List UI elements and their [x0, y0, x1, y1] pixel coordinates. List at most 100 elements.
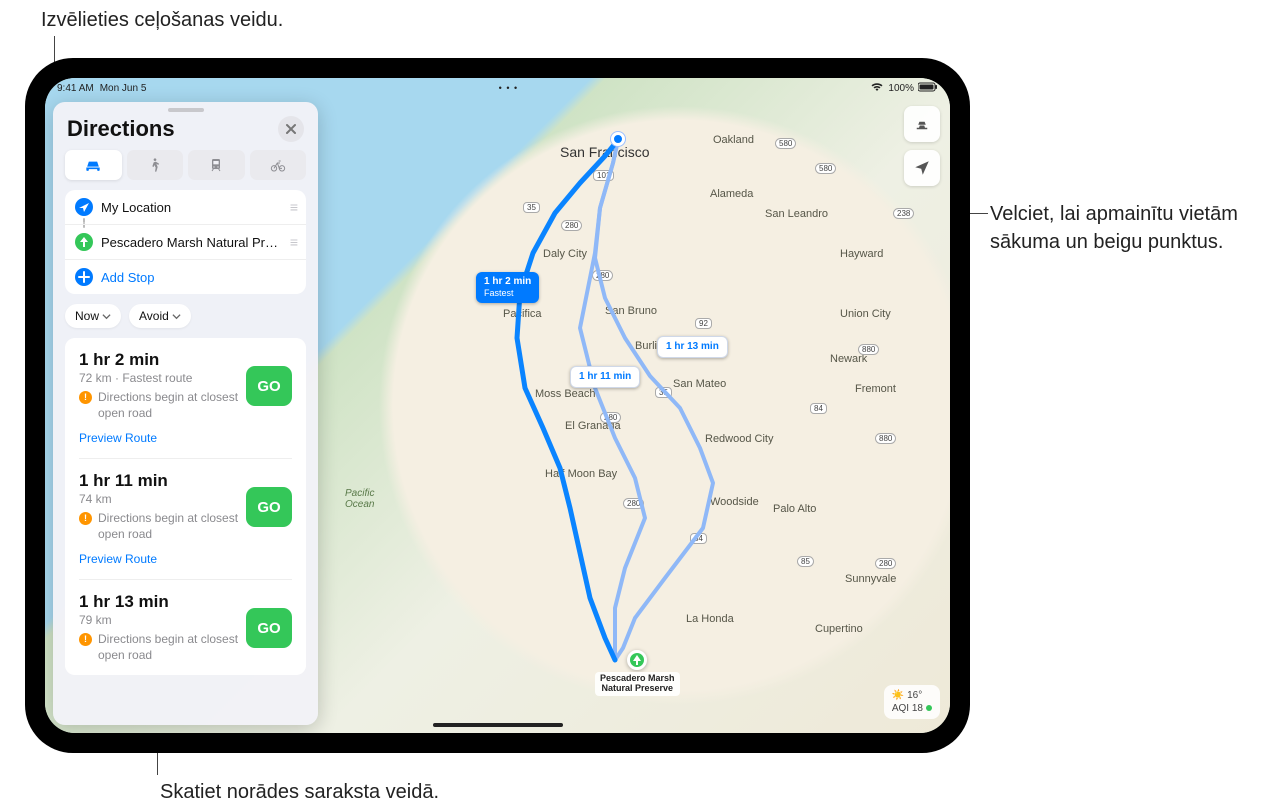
- plus-circle-icon: [75, 268, 93, 286]
- start-pin[interactable]: [611, 132, 625, 146]
- preview-route-link[interactable]: Preview Route: [79, 431, 157, 445]
- transport-tabs: [53, 150, 318, 190]
- transit-icon: [206, 157, 226, 173]
- tab-walk[interactable]: [127, 150, 184, 180]
- callout-right: Velciet, lai apmainītu vietām sākuma un …: [990, 200, 1260, 256]
- battery-icon: [918, 82, 938, 95]
- waypoint-end[interactable]: Pescadero Marsh Natural Pres… ≡: [65, 224, 306, 259]
- close-button[interactable]: [278, 116, 304, 142]
- warning-icon: !: [79, 633, 92, 646]
- reorder-handle-icon[interactable]: ≡: [290, 199, 296, 215]
- ipad-frame: 9:41 AM Mon Jun 5 • • • 100% San Francis…: [25, 58, 970, 753]
- go-button[interactable]: GO: [246, 487, 292, 527]
- chevron-down-icon: [172, 312, 181, 321]
- road-shield: 280: [875, 558, 896, 569]
- tab-transit[interactable]: [188, 150, 245, 180]
- map-city-oakland: Oakland: [713, 134, 754, 146]
- bike-icon: [268, 157, 288, 173]
- multitask-dots[interactable]: • • •: [499, 83, 518, 93]
- go-button[interactable]: GO: [246, 366, 292, 406]
- map-city-halfmoon: Half Moon Bay: [545, 468, 617, 480]
- weather-widget[interactable]: ☀️ 16° AQI 18: [884, 685, 940, 719]
- map-city-sunnyvale: Sunnyvale: [845, 573, 896, 585]
- go-button[interactable]: GO: [246, 608, 292, 648]
- preview-route-link[interactable]: Preview Route: [79, 552, 157, 566]
- map-city-pacifica: Pacifica: [503, 308, 542, 320]
- chip-label: Avoid: [139, 309, 169, 323]
- route-warning-text: Directions begin at closest open road: [98, 511, 239, 542]
- route-pill-main[interactable]: 1 hr 2 min Fastest: [476, 272, 539, 303]
- reorder-handle-icon[interactable]: ≡: [290, 234, 296, 250]
- status-date: Mon Jun 5: [100, 83, 147, 94]
- map-label-ocean: Pacific Ocean: [345, 488, 374, 510]
- road-shield: 35: [523, 202, 540, 213]
- road-shield: 84: [690, 533, 707, 544]
- callout-bottom: Skatiet norādes saraksta veidā.: [160, 778, 439, 806]
- ipad-screen: 9:41 AM Mon Jun 5 • • • 100% San Francis…: [45, 78, 950, 733]
- map-city-lahonda: La Honda: [686, 613, 734, 625]
- map-city-sanmateo: San Mateo: [673, 378, 726, 390]
- road-shield: 92: [695, 318, 712, 329]
- road-shield: 280: [600, 412, 621, 423]
- route-card[interactable]: 1 hr 13 min 79 km ! Directions begin at …: [65, 580, 306, 673]
- route-warning-text: Directions begin at closest open road: [98, 632, 239, 663]
- destination-pin[interactable]: Pescadero Marsh Natural Preserve: [595, 650, 680, 696]
- map-city-hayward: Hayward: [840, 248, 883, 260]
- panel-title: Directions: [67, 116, 175, 142]
- route-card[interactable]: 1 hr 11 min 74 km ! Directions begin at …: [65, 459, 306, 578]
- map-city-mossbeach: Moss Beach: [535, 388, 596, 400]
- home-indicator[interactable]: [433, 723, 563, 727]
- route-warning: ! Directions begin at closest open road: [79, 632, 239, 663]
- route-warning: ! Directions begin at closest open road: [79, 390, 239, 421]
- map-city-paloalto: Palo Alto: [773, 503, 816, 515]
- road-shield: 580: [815, 163, 836, 174]
- directions-panel: Directions: [53, 102, 318, 725]
- map-city-sanbruno: San Bruno: [605, 305, 657, 317]
- waypoint-start-label: My Location: [101, 200, 282, 215]
- routes-list[interactable]: 1 hr 2 min 72 km · Fastest route ! Direc…: [53, 338, 318, 725]
- road-shield: 280: [592, 270, 613, 281]
- battery-label: 100%: [888, 83, 914, 94]
- avoid-chip[interactable]: Avoid: [129, 304, 191, 328]
- sun-icon: ☀️: [892, 690, 904, 701]
- road-shield: 238: [893, 208, 914, 219]
- waypoint-start[interactable]: My Location ≡: [65, 190, 306, 224]
- route-pill-alt1[interactable]: 1 hr 11 min: [570, 366, 640, 388]
- route-pill-alt2[interactable]: 1 hr 13 min: [657, 336, 728, 358]
- road-shield: 101: [593, 170, 614, 181]
- map-mode-button[interactable]: [904, 106, 940, 142]
- tab-drive[interactable]: [65, 150, 122, 180]
- tab-cycle[interactable]: [250, 150, 307, 180]
- map-city-redwood: Redwood City: [705, 433, 773, 445]
- route-card[interactable]: 1 hr 2 min 72 km · Fastest route ! Direc…: [65, 338, 306, 457]
- destination-dot-icon: [75, 233, 93, 251]
- waypoint-end-label: Pescadero Marsh Natural Pres…: [101, 235, 282, 250]
- road-shield: 85: [797, 556, 814, 567]
- route-warning: ! Directions begin at closest open road: [79, 511, 239, 542]
- warning-icon: !: [79, 512, 92, 525]
- road-shield: 580: [775, 138, 796, 149]
- walk-icon: [145, 157, 165, 173]
- chip-label: Now: [75, 309, 99, 323]
- status-time: 9:41 AM: [57, 83, 94, 94]
- add-stop-button[interactable]: Add Stop: [65, 259, 306, 294]
- waypoints-list: My Location ≡ Pescadero Marsh Natural Pr…: [65, 190, 306, 294]
- map-city-unioncity: Union City: [840, 308, 891, 320]
- weather-temp: 16°: [907, 690, 922, 701]
- car-icon: [83, 157, 103, 173]
- aqi-dot-icon: [926, 705, 932, 711]
- destination-label: Pescadero Marsh Natural Preserve: [595, 672, 680, 696]
- route-warning-text: Directions begin at closest open road: [98, 390, 239, 421]
- road-shield: 84: [810, 403, 827, 414]
- map-city-sanleandro: San Leandro: [765, 208, 828, 220]
- route-pill-time: 1 hr 2 min: [484, 276, 531, 287]
- callout-top: Izvēlieties ceļošanas veidu.: [41, 6, 283, 34]
- panel-handle[interactable]: [168, 108, 204, 112]
- depart-now-chip[interactable]: Now: [65, 304, 121, 328]
- map-controls: [904, 106, 940, 186]
- map-city-dalycity: Daly City: [543, 248, 587, 260]
- chevron-down-icon: [102, 312, 111, 321]
- options-row: Now Avoid: [53, 304, 318, 338]
- locate-button[interactable]: [904, 150, 940, 186]
- weather-aqi: AQI 18: [892, 703, 923, 714]
